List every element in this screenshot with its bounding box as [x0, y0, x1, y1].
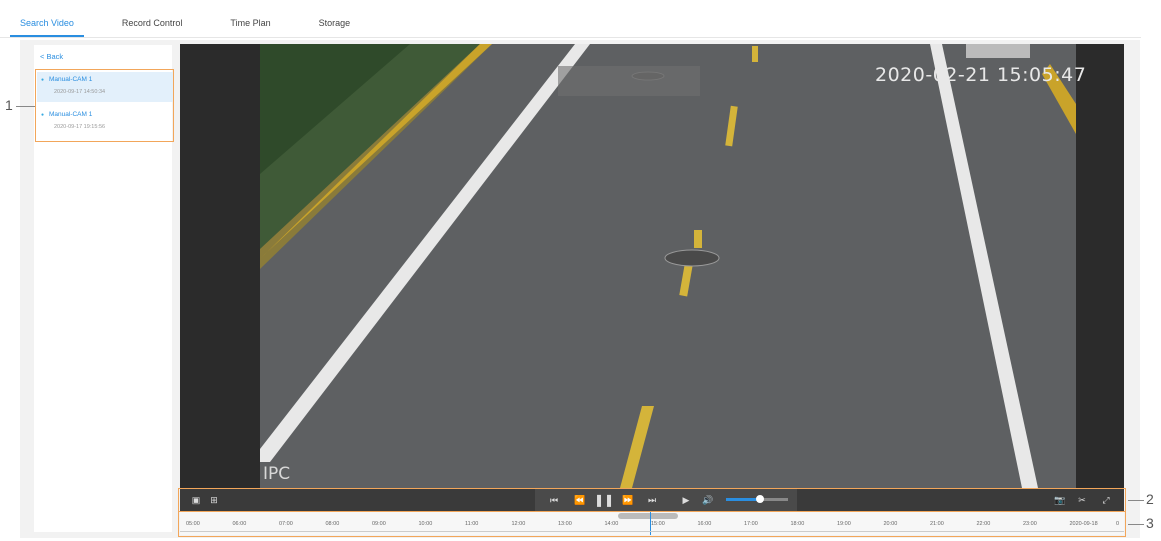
callout-2-label: 2: [1146, 491, 1154, 507]
video-timestamp-overlay: 2020-02-21 15:05:47: [875, 64, 1087, 86]
back-link[interactable]: < Back: [40, 52, 63, 61]
callout-3-leader: [1128, 524, 1144, 525]
callout-1-leader: [16, 106, 35, 107]
callout-1-highlight: [35, 69, 174, 142]
video-ipc-overlay: IPC: [263, 464, 291, 484]
tab-divider: [0, 37, 1141, 38]
tab-bar: Search Video Record Control Time Plan St…: [10, 10, 398, 38]
callout-2-leader: [1128, 500, 1144, 501]
tab-search-video[interactable]: Search Video: [10, 10, 84, 38]
tab-storage[interactable]: Storage: [319, 10, 351, 38]
callout-3-label: 3: [1146, 515, 1154, 531]
video-player[interactable]: [180, 44, 1124, 488]
video-frame: [180, 44, 1124, 488]
tab-time-plan[interactable]: Time Plan: [230, 10, 270, 38]
callout-2-highlight: [178, 488, 1126, 512]
callout-3-highlight: [178, 511, 1126, 537]
tab-record-control[interactable]: Record Control: [122, 10, 183, 38]
callout-1-label: 1: [5, 97, 13, 113]
